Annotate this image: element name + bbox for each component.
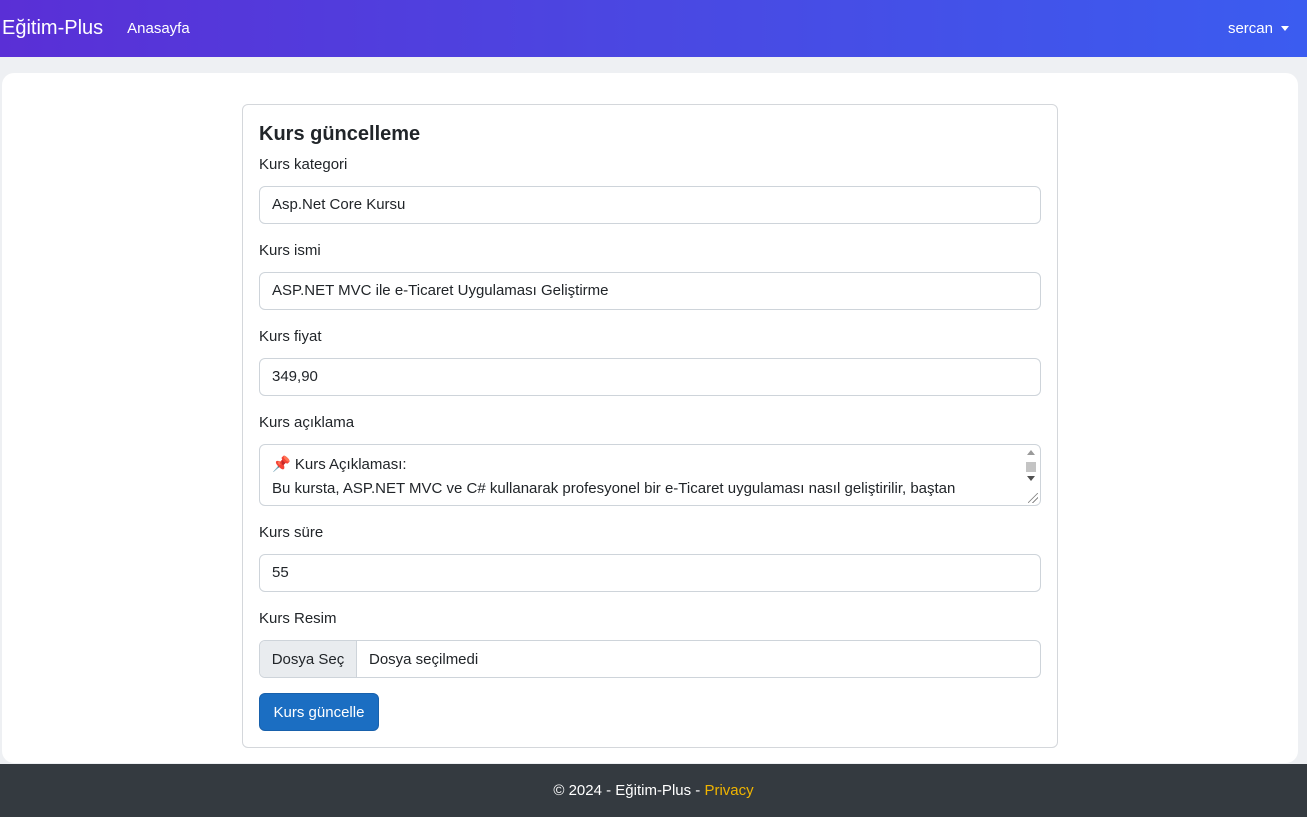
user-dropdown[interactable]: sercan <box>1228 20 1289 37</box>
resize-grip-icon[interactable] <box>1028 493 1038 503</box>
navbar: Eğitim-Plus Anasayfa sercan <box>0 0 1307 57</box>
nav-link-home[interactable]: Anasayfa <box>127 20 190 37</box>
caret-down-icon <box>1281 26 1289 31</box>
price-label: Kurs fiyat <box>259 328 322 345</box>
update-course-button[interactable]: Kurs güncelle <box>259 693 379 731</box>
description-label: Kurs açıklama <box>259 414 355 431</box>
description-line-2: Bu kursta, ASP.NET MVC ve C# kullanarak … <box>272 480 956 497</box>
privacy-link[interactable]: Privacy <box>704 782 753 799</box>
name-label: Kurs ismi <box>259 242 321 259</box>
scroll-down-arrow-icon[interactable] <box>1027 476 1035 481</box>
description-textarea[interactable]: 📌 Kurs Açıklaması: Bu kursta, ASP.NET MV… <box>259 444 1041 506</box>
footer: © 2024 - Eğitim-Plus - Privacy <box>0 764 1307 817</box>
category-field[interactable]: Asp.Net Core Kursu <box>259 186 1041 224</box>
page-title: Kurs güncelleme <box>259 123 421 145</box>
pushpin-icon: 📌 <box>272 456 291 473</box>
category-label: Kurs kategori <box>259 156 348 173</box>
description-line-1: Kurs Açıklaması: <box>294 456 407 473</box>
duration-field[interactable]: 55 <box>259 554 1041 592</box>
course-update-card: Kurs güncelleme Kurs kategori Asp.Net Co… <box>242 104 1058 748</box>
image-label: Kurs Resim <box>259 610 337 627</box>
choose-file-button[interactable]: Dosya Seç <box>260 641 357 677</box>
image-file-input[interactable]: Dosya Seç Dosya seçilmedi <box>259 640 1041 678</box>
scroll-up-arrow-icon[interactable] <box>1027 450 1035 455</box>
name-field[interactable]: ASP.NET MVC ile e-Ticaret Uygulaması Gel… <box>259 272 1041 310</box>
file-status-text: Dosya seçilmedi <box>369 650 479 668</box>
price-field[interactable]: 349,90 <box>259 358 1041 396</box>
duration-label: Kurs süre <box>259 524 324 541</box>
user-name: sercan <box>1227 20 1273 37</box>
scroll-thumb[interactable] <box>1026 462 1036 472</box>
footer-copyright: © 2024 - Eğitim-Plus - <box>553 782 701 799</box>
brand-link[interactable]: Eğitim-Plus <box>2 17 103 40</box>
